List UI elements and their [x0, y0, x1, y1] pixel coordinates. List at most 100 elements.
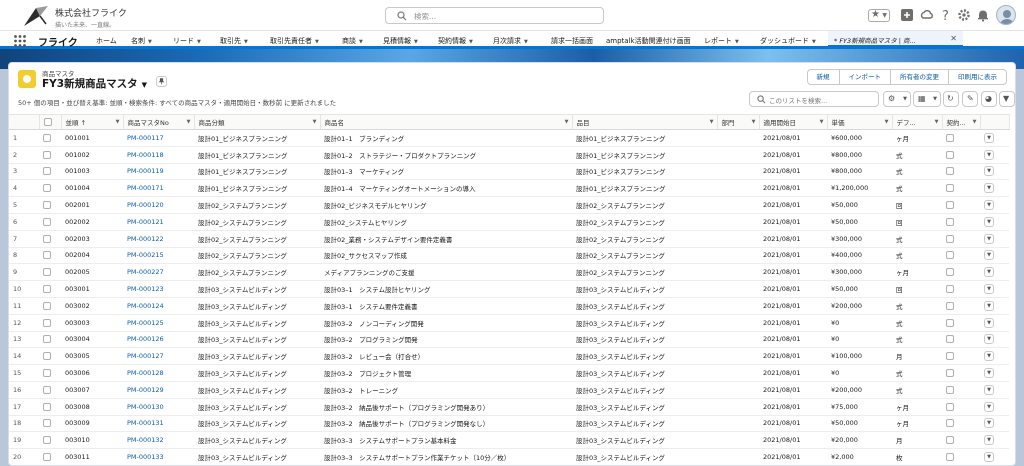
row-checkbox[interactable]	[43, 268, 51, 277]
row-action-chevron-icon[interactable]: ▼	[984, 250, 994, 261]
product-no-link[interactable]: PM-000123	[127, 285, 164, 293]
column-header-seq[interactable]: 並順 ↑ ▼	[61, 114, 124, 130]
product-no-link[interactable]: PM-000121	[127, 218, 164, 226]
row-action-chevron-icon[interactable]: ▼	[984, 233, 994, 244]
list-view-title[interactable]: FY3新規商品マスタ ▼	[42, 76, 147, 91]
product-no-link[interactable]: PM-000171	[127, 184, 164, 192]
chevron-down-icon[interactable]: ▼	[735, 39, 739, 45]
printable-view-button[interactable]: 印刷用に表示	[948, 69, 1007, 85]
row-action-chevron-icon[interactable]: ▼	[984, 435, 994, 446]
column-header-unit-price[interactable]: 単価 ▼	[827, 114, 893, 130]
cell-product-no[interactable]: PM-000215	[123, 247, 194, 265]
row-action-chevron-icon[interactable]: ▼	[984, 284, 994, 295]
table-row[interactable]: 20 003011 PM-000133 設計03_システムビルディング 設計03–3 シ…	[9, 448, 1009, 465]
cell-row-actions[interactable]: ▼	[980, 381, 1009, 399]
plus-icon[interactable]	[900, 8, 914, 22]
cell-product-no[interactable]: PM-000120	[123, 196, 194, 214]
row-checkbox[interactable]	[43, 217, 51, 226]
table-row[interactable]: 16 003007 PM-000129 設計03_システムビルディング 設計03–2 ト…	[9, 381, 1009, 399]
row-checkbox[interactable]	[43, 234, 51, 243]
new-button[interactable]: 新規	[806, 69, 840, 85]
chevron-down-icon[interactable]: ▼	[882, 12, 887, 19]
chevron-down-icon[interactable]: ▼	[315, 39, 319, 45]
row-select-cell[interactable]	[39, 213, 61, 231]
product-no-link[interactable]: PM-000129	[127, 386, 164, 394]
nav-item-accounts[interactable]: 取引先 ▼	[220, 36, 248, 46]
chevron-down-icon[interactable]: ▼	[414, 39, 418, 45]
row-select-cell[interactable]	[39, 263, 61, 282]
cell-row-actions[interactable]: ▼	[980, 431, 1009, 450]
cell-row-actions[interactable]: ▼	[980, 347, 1009, 366]
change-owner-button[interactable]: 所有者の変更	[890, 69, 949, 85]
column-header-item[interactable]: 品目 ▼	[572, 114, 718, 130]
cell-product-no[interactable]: PM-000117	[123, 129, 194, 147]
row-select-cell[interactable]	[39, 347, 61, 366]
row-checkbox[interactable]	[43, 436, 51, 445]
table-row[interactable]: 8 002004 PM-000215 設計02_システムプランニング 設計02_サクセス…	[9, 247, 1009, 265]
chevron-down-icon[interactable]: ▼	[710, 119, 714, 125]
product-no-link[interactable]: PM-000118	[127, 151, 164, 159]
favorites-button[interactable]: ★ ▼	[868, 9, 890, 22]
cell-product-no[interactable]: PM-000125	[123, 314, 194, 332]
column-header-category[interactable]: 商品分類 ▼	[194, 114, 321, 130]
row-action-chevron-icon[interactable]: ▼	[984, 418, 994, 429]
row-checkbox[interactable]	[43, 419, 51, 428]
cell-row-actions[interactable]: ▼	[980, 364, 1009, 382]
user-avatar[interactable]	[996, 5, 1016, 25]
cell-product-no[interactable]: PM-000118	[123, 146, 194, 164]
row-select-cell[interactable]	[39, 398, 61, 416]
product-no-link[interactable]: PM-000132	[127, 436, 164, 444]
product-no-link[interactable]: PM-000227	[127, 268, 164, 276]
cell-product-no[interactable]: PM-000127	[123, 347, 194, 366]
cell-row-actions[interactable]: ▼	[980, 331, 1009, 349]
row-checkbox[interactable]	[43, 285, 51, 294]
row-checkbox[interactable]	[43, 385, 51, 394]
table-row[interactable]: 5 002001 PM-000120 設計02_システムプランニング 設計02_ビジネス…	[9, 196, 1009, 214]
row-action-chevron-icon[interactable]: ▼	[984, 401, 994, 412]
chevron-down-icon[interactable]: ▼	[313, 119, 317, 125]
chevron-down-icon[interactable]: ▼	[524, 39, 528, 45]
cell-product-no[interactable]: PM-000119	[123, 163, 194, 181]
row-checkbox[interactable]	[43, 184, 51, 193]
refresh-button[interactable]: ↻	[943, 91, 959, 107]
cell-product-no[interactable]: PM-000128	[123, 364, 194, 382]
cell-product-no[interactable]: PM-000227	[123, 263, 194, 282]
table-row[interactable]: 2 001002 PM-000118 設計01_ビジネスプランニング 設計01–2 スト…	[9, 146, 1009, 164]
table-row[interactable]: 13 003004 PM-000126 設計03_システムビルディング 設計03–2 プ…	[9, 331, 1009, 349]
nav-item-home[interactable]: ホーム	[96, 36, 117, 46]
cell-product-no[interactable]: PM-000171	[123, 179, 194, 198]
chevron-down-icon[interactable]: ▼	[565, 119, 569, 125]
product-no-link[interactable]: PM-000122	[127, 235, 164, 243]
row-action-chevron-icon[interactable]: ▼	[984, 216, 994, 227]
row-checkbox[interactable]	[43, 201, 51, 210]
nav-item-amptalk[interactable]: amptalk活動関連付け画面	[606, 36, 691, 46]
chevron-down-icon[interactable]: ▼	[935, 119, 939, 125]
chevron-down-icon[interactable]: ▼	[116, 119, 120, 125]
cell-row-actions[interactable]: ▼	[980, 314, 1009, 332]
cell-row-actions[interactable]: ▼	[980, 297, 1009, 315]
table-row[interactable]: 18 003009 PM-000131 設計03_システムビルディング 設計03–2 納…	[9, 415, 1009, 433]
row-checkbox[interactable]	[43, 167, 51, 176]
chevron-down-icon[interactable]: ▼	[752, 119, 756, 125]
table-row[interactable]: 11 003002 PM-000124 設計03_システムビルディング 設計03–1 シ…	[9, 297, 1009, 315]
list-search-input[interactable]: このリストを検索...	[749, 91, 879, 107]
row-checkbox[interactable]	[43, 352, 51, 361]
product-no-link[interactable]: PM-000128	[127, 369, 164, 377]
column-header-select[interactable]	[39, 114, 62, 130]
nav-item-business-cards[interactable]: 名刺 ▼	[131, 36, 152, 46]
table-row[interactable]: 10 003001 PM-000123 設計03_システムビルディング 設計03–1 シ…	[9, 280, 1009, 298]
cell-row-actions[interactable]: ▼	[980, 129, 1009, 147]
cell-row-actions[interactable]: ▼	[980, 146, 1009, 164]
table-row[interactable]: 9 002005 PM-000227 設計02_システムプランニング メディアプランニン…	[9, 263, 1009, 282]
nav-item-leads[interactable]: リード ▼	[173, 36, 201, 46]
product-no-link[interactable]: PM-000130	[127, 403, 164, 411]
company-logo[interactable]	[22, 4, 50, 28]
cell-product-no[interactable]: PM-000133	[123, 448, 194, 465]
cell-row-actions[interactable]: ▼	[980, 247, 1009, 265]
row-select-cell[interactable]	[39, 146, 61, 164]
row-checkbox[interactable]	[43, 318, 51, 327]
nav-item-opportunities[interactable]: 商談 ▼	[342, 36, 363, 46]
row-action-chevron-icon[interactable]: ▼	[984, 183, 994, 194]
product-no-link[interactable]: PM-000119	[127, 167, 164, 175]
row-select-cell[interactable]	[39, 431, 61, 450]
